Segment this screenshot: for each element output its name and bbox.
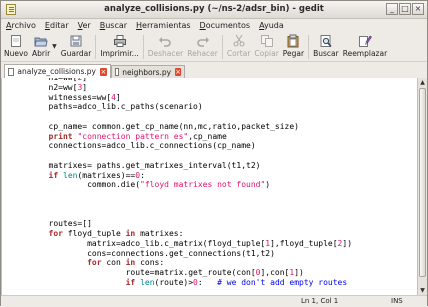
toolbar-separator	[142, 35, 144, 59]
clipboard-paste-icon	[287, 34, 299, 48]
cut-button[interactable]: Cortar	[227, 33, 250, 58]
toolbar-separator	[95, 35, 97, 59]
file-icon	[8, 67, 15, 76]
maximize-button[interactable]: □	[399, 3, 411, 15]
search-icon	[320, 35, 332, 47]
new-button[interactable]: Nuevo	[4, 33, 28, 58]
find-replace-icon	[358, 35, 372, 47]
printer-icon	[113, 35, 126, 47]
cursor-position: Ln 1, Col 1	[301, 297, 339, 305]
file-icon	[115, 68, 120, 76]
folder-open-icon	[34, 37, 48, 47]
code-editor[interactable]: n1=ww[2] n2=ww[3] witnesses=ww[4] paths=…	[1, 78, 418, 295]
menu-documentos[interactable]: Documentos	[200, 19, 251, 33]
redo-icon	[196, 37, 209, 47]
document-tabs: analyze_collisions.py × neighbors.py ×	[1, 63, 427, 79]
menu-archivo[interactable]: Archivo	[6, 19, 36, 33]
save-button[interactable]: Guardar	[61, 33, 91, 58]
menu-ver[interactable]: Ver	[78, 19, 91, 33]
minimize-button[interactable]: _	[386, 3, 398, 15]
window-title: analyze_collisions.py (~/ns-2/adsr_bin) …	[104, 4, 324, 14]
open-button[interactable]: Abrir	[32, 33, 50, 58]
gedit-window: analyze_collisions.py (~/ns-2/adsr_bin) …	[0, 0, 428, 307]
close-tab-icon[interactable]: ×	[99, 67, 107, 76]
toolbar: Nuevo Abrir ▼ Guardar Imprimir... Deshac…	[1, 33, 427, 62]
find-button[interactable]: Buscar	[313, 33, 339, 58]
menu-herramientas[interactable]: Herramientas	[136, 19, 191, 33]
copy-button[interactable]: Copiar	[254, 33, 279, 58]
title-bar[interactable]: analyze_collisions.py (~/ns-2/adsr_bin) …	[1, 1, 427, 19]
menu-ayuda[interactable]: Ayuda	[259, 19, 284, 33]
scroll-down-arrow-icon[interactable]: ▼	[418, 286, 427, 295]
undo-button[interactable]: Deshacer	[148, 33, 183, 58]
close-tab-icon[interactable]: ×	[175, 68, 181, 76]
scroll-up-arrow-icon[interactable]: ▲	[418, 78, 427, 87]
menu-buscar[interactable]: Buscar	[100, 19, 127, 33]
menu-editar[interactable]: Editar	[45, 19, 69, 33]
tab-label: neighbors.py	[122, 67, 172, 77]
vertical-scrollbar[interactable]: ▲ ▼	[417, 78, 427, 295]
toolbar-separator	[221, 35, 223, 59]
open-recent-dropdown-icon[interactable]: ▼	[52, 43, 57, 50]
insert-mode: INS	[391, 297, 403, 305]
scissors-icon	[233, 34, 245, 47]
replace-button[interactable]: Reemplazar	[343, 33, 387, 58]
redo-button[interactable]: Rehacer	[187, 33, 218, 58]
new-document-icon	[11, 35, 21, 47]
print-button[interactable]: Imprimir...	[100, 33, 139, 58]
tab-neighbors[interactable]: neighbors.py ×	[111, 65, 185, 78]
paste-button[interactable]: Pegar	[283, 33, 304, 58]
menu-bar: Archivo Editar Ver Buscar Herramientas D…	[1, 19, 427, 33]
tab-label: analyze_collisions.py	[17, 67, 96, 76]
close-window-button[interactable]: ×	[412, 3, 424, 15]
scrollbar-thumb[interactable]	[419, 88, 426, 277]
status-bar: Ln 1, Col 1 INS	[1, 295, 427, 307]
undo-icon	[159, 37, 172, 47]
save-icon	[70, 35, 82, 47]
tab-analyze-collisions[interactable]: analyze_collisions.py ×	[4, 64, 111, 78]
toolbar-separator	[308, 35, 310, 59]
copy-icon	[260, 35, 273, 47]
code-text[interactable]: n1=ww[2] n2=ww[3] witnesses=ww[4] paths=…	[10, 78, 352, 288]
